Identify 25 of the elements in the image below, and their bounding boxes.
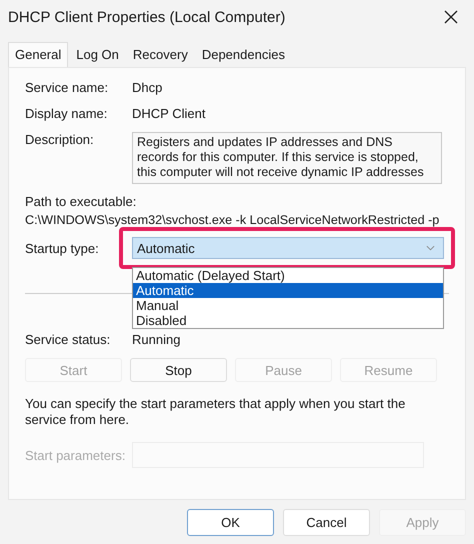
tab[interactable]: General: [8, 42, 68, 67]
field-label: Description:: [25, 132, 95, 147]
field-label: Start parameters:: [25, 448, 126, 462]
dropdown-option[interactable]: Manual: [133, 298, 443, 313]
close-icon[interactable]: [444, 10, 458, 24]
window-title: DHCP Client Properties (Local Computer): [8, 8, 286, 26]
description-box[interactable]: Registers and updates IP addresses and DNS records for this computer. If this service is stopped, this computer will not receive dynamic IP addresses: [132, 132, 442, 184]
dropdown-option[interactable]: Disabled: [133, 313, 443, 328]
field-label: Service status:: [25, 332, 112, 347]
field-label: Path to executable:: [25, 194, 138, 209]
dropdown-option[interactable]: Automatic (Delayed Start): [133, 268, 443, 283]
field-value: Dhcp: [132, 80, 162, 95]
service-button[interactable]: Stop: [130, 358, 227, 382]
chevron-down-icon: [426, 245, 435, 251]
field-label: Startup type:: [25, 240, 100, 256]
note-text: You can specify the start parameters that apply when you start the service from here.: [25, 396, 406, 428]
startup-type-dropdown[interactable]: Automatic: [132, 237, 444, 259]
field-value: Running: [132, 332, 180, 347]
dropdown-option[interactable]: Automatic: [133, 283, 443, 298]
dialog-button[interactable]: Cancel: [283, 508, 370, 536]
field-label: Service name:: [25, 80, 110, 95]
path-text: C:\WINDOWS\system32\svchost.exe -k LocalServiceNetworkRestricted -p: [25, 213, 440, 227]
dialog-button[interactable]: OK: [187, 508, 274, 536]
field-value: DHCP Client: [132, 106, 206, 121]
field-label: Display name:: [25, 106, 108, 121]
